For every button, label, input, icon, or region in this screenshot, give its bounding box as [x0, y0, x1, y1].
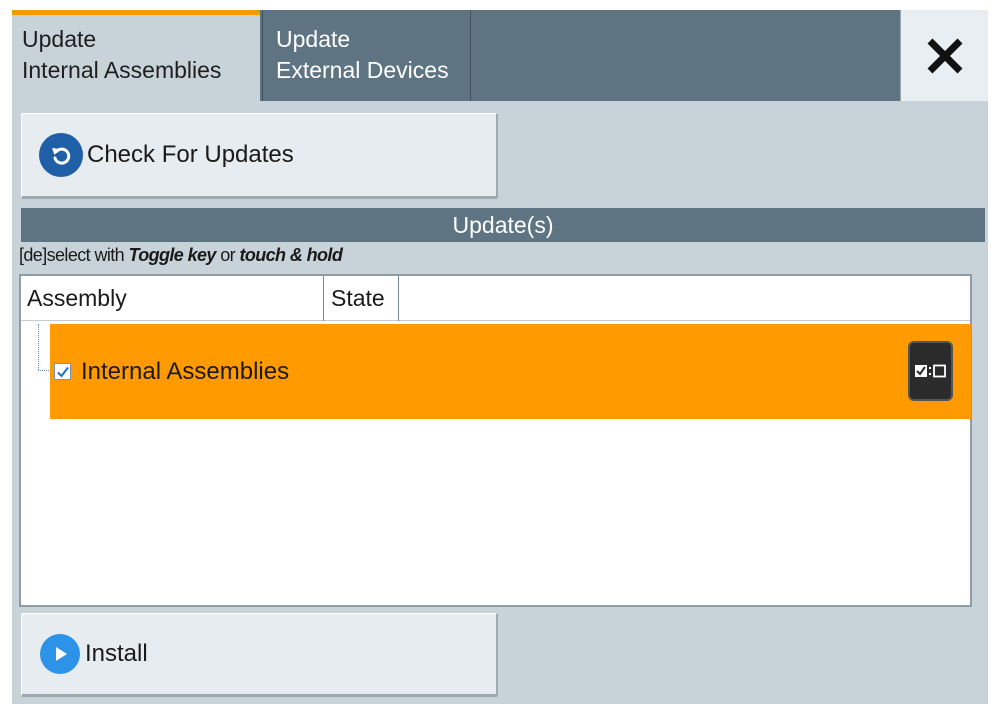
tab-label-line2: Internal Assemblies: [22, 57, 222, 83]
updates-section-header: Update(s): [21, 208, 985, 242]
tab-bar: Update Internal Assemblies Update Extern…: [12, 10, 988, 101]
table-header: Assembly State: [21, 276, 970, 321]
tree-connector: [38, 324, 39, 370]
column-header-assembly[interactable]: Assembly: [27, 276, 323, 321]
hint-prefix: [de]select with: [19, 245, 129, 265]
selection-hint: [de]select with Toggle key or touch & ho…: [19, 245, 343, 269]
toggle-checkbox-icon: [914, 364, 946, 378]
hint-touch-hold: touch & hold: [239, 245, 343, 265]
hint-toggle-key: Toggle key: [128, 245, 216, 265]
tab-update-external-devices[interactable]: Update External Devices: [262, 10, 471, 101]
update-dialog: Update Internal Assemblies Update Extern…: [12, 10, 988, 704]
tab-label-line2: External Devices: [276, 57, 449, 83]
check-for-updates-label: Check For Updates: [87, 141, 294, 168]
install-button[interactable]: Install: [21, 613, 498, 697]
table-row[interactable]: Internal Assemblies: [50, 324, 971, 419]
tab-label-line1: Update: [22, 26, 97, 52]
checkmark-icon: [56, 366, 69, 378]
row-label: Internal Assemblies: [81, 357, 290, 385]
close-x-icon: [927, 38, 962, 73]
check-for-updates-button[interactable]: Check For Updates: [21, 113, 498, 199]
assembly-table: Assembly State Internal Assemblies: [19, 274, 972, 607]
install-label: Install: [85, 640, 148, 667]
refresh-icon: [39, 133, 83, 177]
row-checkbox[interactable]: [54, 363, 71, 380]
play-icon: [40, 634, 80, 674]
toggle-key-button[interactable]: [908, 341, 953, 401]
tab-label-line1: Update: [276, 26, 351, 52]
scrollbar[interactable]: [971, 276, 983, 609]
hint-mid: or: [215, 245, 240, 265]
tab-update-internal-assemblies[interactable]: Update Internal Assemblies: [12, 10, 260, 101]
column-header-state[interactable]: State: [323, 276, 399, 321]
close-button[interactable]: [900, 10, 988, 101]
